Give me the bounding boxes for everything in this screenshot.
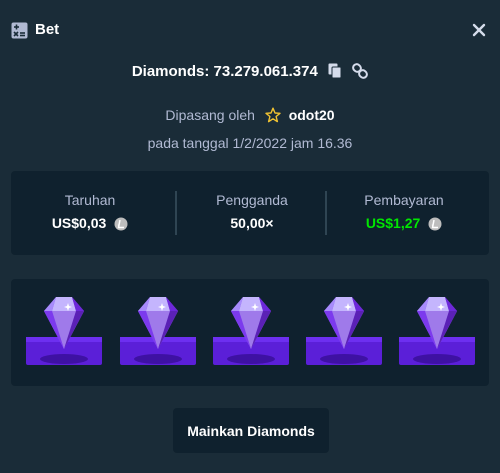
diamond-gem-icon xyxy=(397,293,477,375)
diamond-gem-icon xyxy=(304,293,384,375)
close-icon[interactable] xyxy=(469,20,489,40)
diamond-gem-icon xyxy=(24,293,104,375)
payout-value: US$1,27 xyxy=(365,215,421,231)
litecoin-icon xyxy=(114,217,128,231)
modal-title: Bet xyxy=(35,21,60,38)
username-link[interactable]: odot20 xyxy=(289,107,335,123)
multiplier-stat: Pengganda 50,00× xyxy=(177,171,327,255)
litecoin-icon xyxy=(428,217,442,231)
payout-label: Pembayaran xyxy=(364,192,444,208)
copy-icon[interactable] xyxy=(328,63,342,79)
placed-by-row: Dipasang oleh odot20 xyxy=(0,107,500,123)
bet-date: pada tanggal 1/2/2022 jam 16.36 xyxy=(147,135,353,151)
bet-amount-value-row: US$0,03 xyxy=(15,215,165,231)
bet-amount-value: US$0,03 xyxy=(51,215,107,231)
star-icon xyxy=(265,107,281,123)
bet-amount-stat: Taruhan US$0,03 xyxy=(15,171,165,255)
game-id-row: Diamonds: 73.279.061.374 xyxy=(0,63,500,80)
payout-value-row: US$1,27 xyxy=(329,215,479,231)
multiplier-label: Pengganda xyxy=(216,192,288,208)
bet-amount-label: Taruhan xyxy=(64,192,116,208)
link-icon[interactable] xyxy=(352,63,369,79)
payout-stat: Pembayaran US$1,27 xyxy=(329,171,479,255)
bet-stats-panel: Taruhan US$0,03 Pengganda 50,00× Pembaya… xyxy=(11,171,489,255)
game-id-label: Diamonds: 73.279.061.374 xyxy=(131,63,318,80)
multiplier-value: 50,00× xyxy=(230,215,274,231)
stats-divider xyxy=(325,191,327,235)
diamond-gem-icon xyxy=(211,293,291,375)
play-diamonds-button[interactable]: Mainkan Diamonds xyxy=(173,408,329,453)
bet-slip-icon xyxy=(11,22,28,39)
diamonds-result-panel xyxy=(11,279,489,386)
placed-by-label: Dipasang oleh xyxy=(165,107,255,123)
modal-header: Bet xyxy=(0,0,500,62)
diamond-gem-icon xyxy=(118,293,198,375)
